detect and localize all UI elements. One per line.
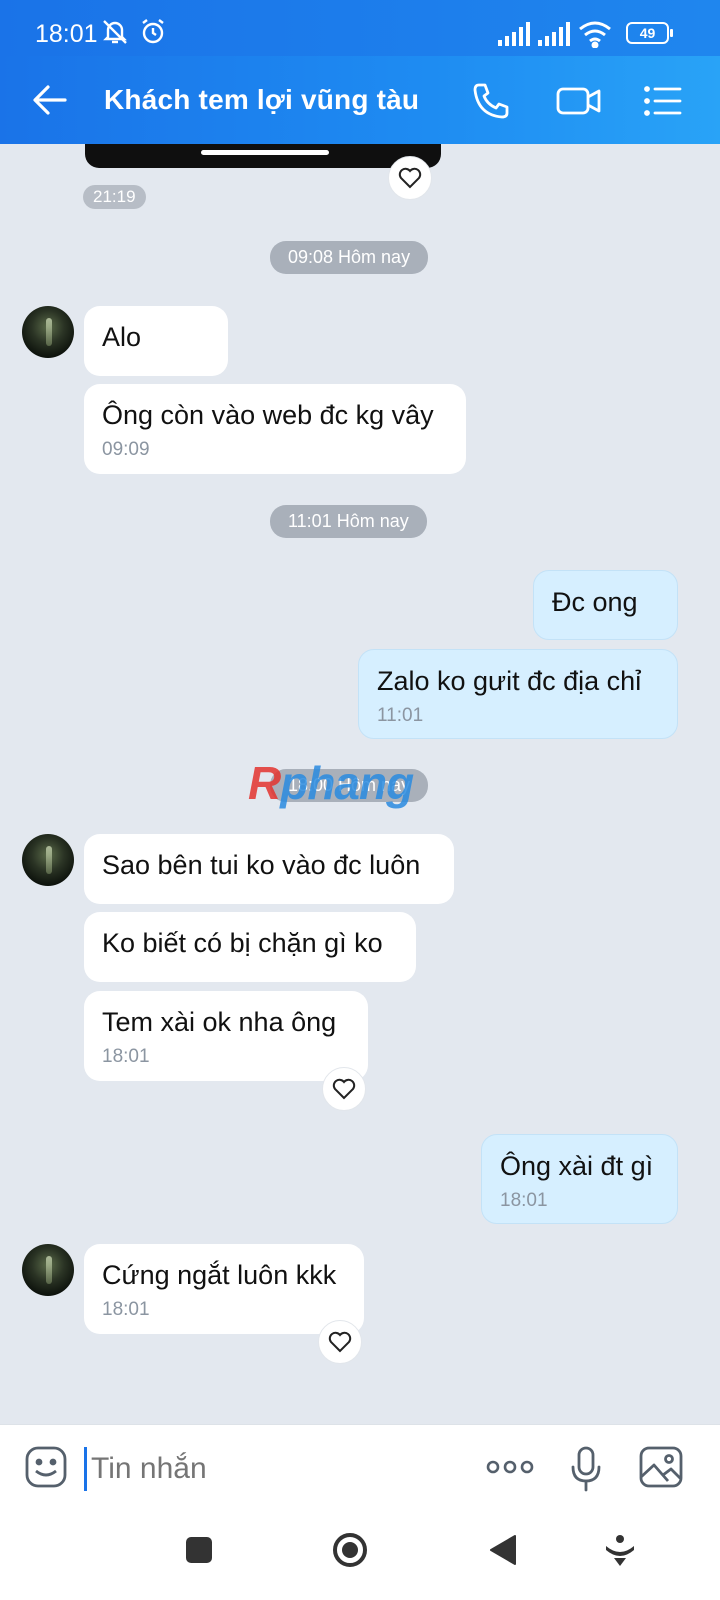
message-text: Tem xài ok nha ông xyxy=(102,1007,337,1037)
signal-icon-2 xyxy=(538,22,570,46)
message-incoming[interactable]: Alo xyxy=(84,306,228,376)
message-text: Đc ong xyxy=(552,587,638,617)
message-outgoing[interactable]: Zalo ko gưit đc địa chỉ 11:01 xyxy=(358,649,678,739)
mute-bell-icon xyxy=(103,20,127,44)
heart-icon[interactable] xyxy=(322,1067,366,1111)
media-message-preview[interactable] xyxy=(85,144,441,168)
message-text: Sao bên tui ko vào đc luôn xyxy=(102,850,421,880)
date-separator: 11:01 Hôm nay xyxy=(270,505,427,538)
recent-apps-button[interactable] xyxy=(185,1536,213,1564)
video-call-icon[interactable] xyxy=(555,80,603,122)
media-progress-bar xyxy=(201,150,329,155)
microphone-icon[interactable] xyxy=(570,1445,602,1493)
alarm-icon xyxy=(142,19,164,44)
message-time: 09:09 xyxy=(102,439,150,460)
back-arrow-icon[interactable] xyxy=(32,82,68,118)
more-dots-icon[interactable] xyxy=(486,1460,534,1474)
menu-list-icon[interactable] xyxy=(642,80,684,122)
wifi-icon xyxy=(579,21,611,48)
media-time: 21:19 xyxy=(83,185,146,209)
message-incoming[interactable]: Ko biết có bị chặn gì ko xyxy=(84,912,416,982)
avatar[interactable] xyxy=(22,834,74,886)
message-incoming[interactable]: Tem xài ok nha ông 18:01 xyxy=(84,991,368,1081)
message-incoming[interactable]: Ông còn vào web đc kg vây 09:09 xyxy=(84,384,466,474)
message-text: Ông xài đt gì xyxy=(500,1151,654,1181)
message-time: 18:01 xyxy=(102,1299,150,1320)
chat-header: Khách tem lợi vũng tàu xyxy=(0,56,720,144)
phone-icon[interactable] xyxy=(470,80,512,122)
system-nav-bar xyxy=(0,1514,720,1600)
message-time: 18:01 xyxy=(500,1190,548,1211)
battery-indicator: 49 xyxy=(626,22,673,44)
message-text: Ko biết có bị chặn gì ko xyxy=(102,928,383,958)
message-text: Ông còn vào web đc kg vây xyxy=(102,400,434,430)
heart-icon[interactable] xyxy=(388,156,432,200)
message-text: Zalo ko gưit đc địa chỉ xyxy=(377,666,642,696)
message-input[interactable] xyxy=(84,1447,464,1491)
date-separator: 09:08 Hôm nay xyxy=(270,241,429,274)
message-outgoing[interactable]: Đc ong xyxy=(533,570,678,640)
status-bar: 18:01 49 xyxy=(0,0,720,56)
hide-keyboard-icon[interactable] xyxy=(603,1534,637,1568)
home-button[interactable] xyxy=(331,1531,369,1569)
message-text: Cứng ngắt luôn kkk xyxy=(102,1260,337,1290)
back-button[interactable] xyxy=(488,1534,518,1566)
watermark-logo: Rphang xyxy=(248,757,414,809)
message-text: Alo xyxy=(102,322,142,352)
avatar[interactable] xyxy=(22,1244,74,1296)
message-composer xyxy=(0,1424,720,1514)
message-incoming[interactable]: Cứng ngắt luôn kkk 18:01 xyxy=(84,1244,364,1334)
message-time: 18:01 xyxy=(102,1046,150,1067)
heart-icon[interactable] xyxy=(318,1320,362,1364)
status-time: 18:01 xyxy=(35,20,98,48)
message-outgoing[interactable]: Ông xài đt gì 18:01 xyxy=(481,1134,678,1224)
signal-icon xyxy=(498,22,530,46)
message-time: 11:01 xyxy=(377,705,424,726)
message-incoming[interactable]: Sao bên tui ko vào đc luôn xyxy=(84,834,454,904)
image-icon[interactable] xyxy=(638,1445,684,1489)
emoji-icon[interactable] xyxy=(24,1445,68,1489)
chat-area[interactable]: 21:19 09:08 Hôm nay Alo Ông còn vào web … xyxy=(0,144,720,1424)
conversation-title[interactable]: Khách tem lợi vũng tàu xyxy=(104,84,419,116)
avatar[interactable] xyxy=(22,306,74,358)
